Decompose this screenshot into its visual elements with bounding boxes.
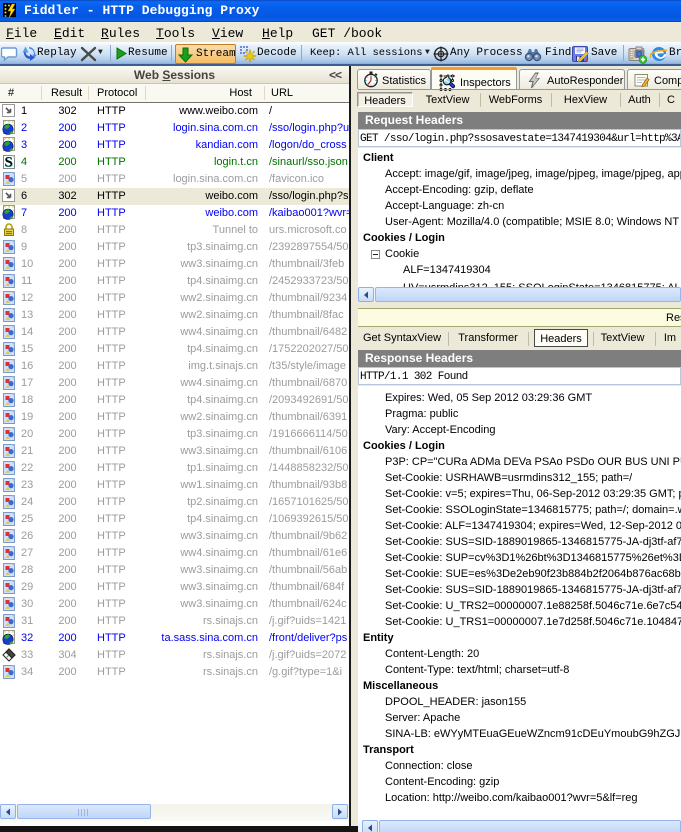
svg-text:S: S	[4, 155, 12, 170]
